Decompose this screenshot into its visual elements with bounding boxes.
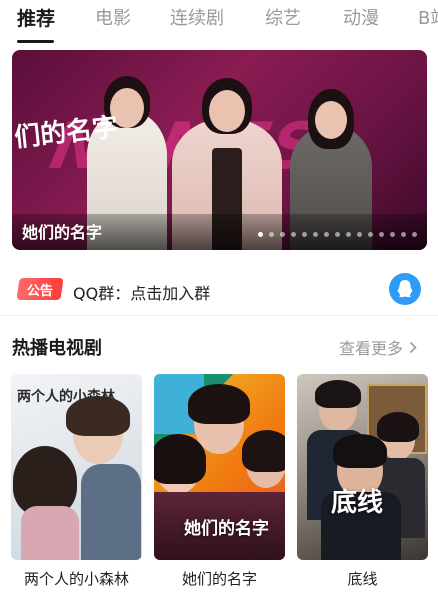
poster-title-text: 两个人的小森林: [17, 389, 115, 405]
card-title: 底线: [347, 570, 378, 588]
tab-recommend[interactable]: 推荐: [17, 8, 55, 30]
banner-dot[interactable]: [390, 232, 395, 237]
banner-dot[interactable]: [269, 232, 274, 237]
tab-anime[interactable]: 动漫: [343, 8, 379, 30]
banner-dot[interactable]: [291, 232, 296, 237]
drama-card-3[interactable]: 底线 底线: [297, 374, 428, 588]
see-more-link[interactable]: 查看更多: [339, 335, 417, 359]
banner-dot[interactable]: [368, 232, 373, 237]
poster-image[interactable]: 底线: [297, 374, 428, 560]
poster-title-text: 她们的名字: [184, 519, 269, 539]
poster-image[interactable]: 两个人的小森林: [11, 374, 142, 560]
see-more-label: 查看更多: [339, 339, 404, 358]
poster-image[interactable]: 她们的名字: [154, 374, 285, 560]
notice-badge-label: 公告: [26, 283, 53, 299]
qq-penguin-icon: [397, 280, 413, 298]
banner-dot[interactable]: [379, 232, 384, 237]
notice-badge: 公告: [16, 278, 64, 300]
drama-card-2[interactable]: 她们的名字 她们的名字: [154, 374, 285, 588]
qq-group-button[interactable]: [389, 273, 421, 305]
tab-variety[interactable]: 综艺: [265, 8, 301, 30]
banner-dot[interactable]: [324, 232, 329, 237]
banner-caption: 她们的名字: [22, 223, 103, 242]
card-title: 她们的名字: [181, 570, 257, 588]
banner-dot[interactable]: [357, 232, 362, 237]
notice-row[interactable]: [0, 266, 438, 316]
tab-bilibili[interactable]: B站: [418, 8, 438, 30]
notice-text[interactable]: QQ群：点击加入群: [73, 280, 210, 304]
banner-dot[interactable]: [302, 232, 307, 237]
tab-series[interactable]: 连续剧: [170, 8, 224, 30]
banner-dot[interactable]: [258, 232, 263, 237]
card-title: 两个人的小森林: [23, 570, 129, 588]
category-tabs: 推荐 电影 连续剧 综艺 动漫 B站: [0, 0, 438, 46]
banner-dot[interactable]: [412, 232, 417, 237]
tab-movie[interactable]: 电影: [95, 8, 131, 30]
banner-dot[interactable]: [280, 232, 285, 237]
banner-dot[interactable]: [313, 232, 318, 237]
banner-dot[interactable]: [335, 232, 340, 237]
poster-title-text: 底线: [331, 488, 384, 518]
featured-banner[interactable]: NAMES 们的名字 她们的名字: [12, 50, 427, 250]
app-root: 推荐 电影 连续剧 综艺 动漫 B站 NAMES 们的名字 她们的名字: [0, 0, 438, 594]
banner-dot[interactable]: [346, 232, 351, 237]
banner-dot[interactable]: [401, 232, 406, 237]
active-tab-indicator: [17, 40, 54, 43]
chevron-right-icon: [409, 341, 417, 353]
section-title: 热播电视剧: [12, 338, 102, 359]
drama-card-1[interactable]: 两个人的小森林 两个人的小森林: [11, 374, 142, 588]
banner-pagination: [258, 232, 417, 237]
